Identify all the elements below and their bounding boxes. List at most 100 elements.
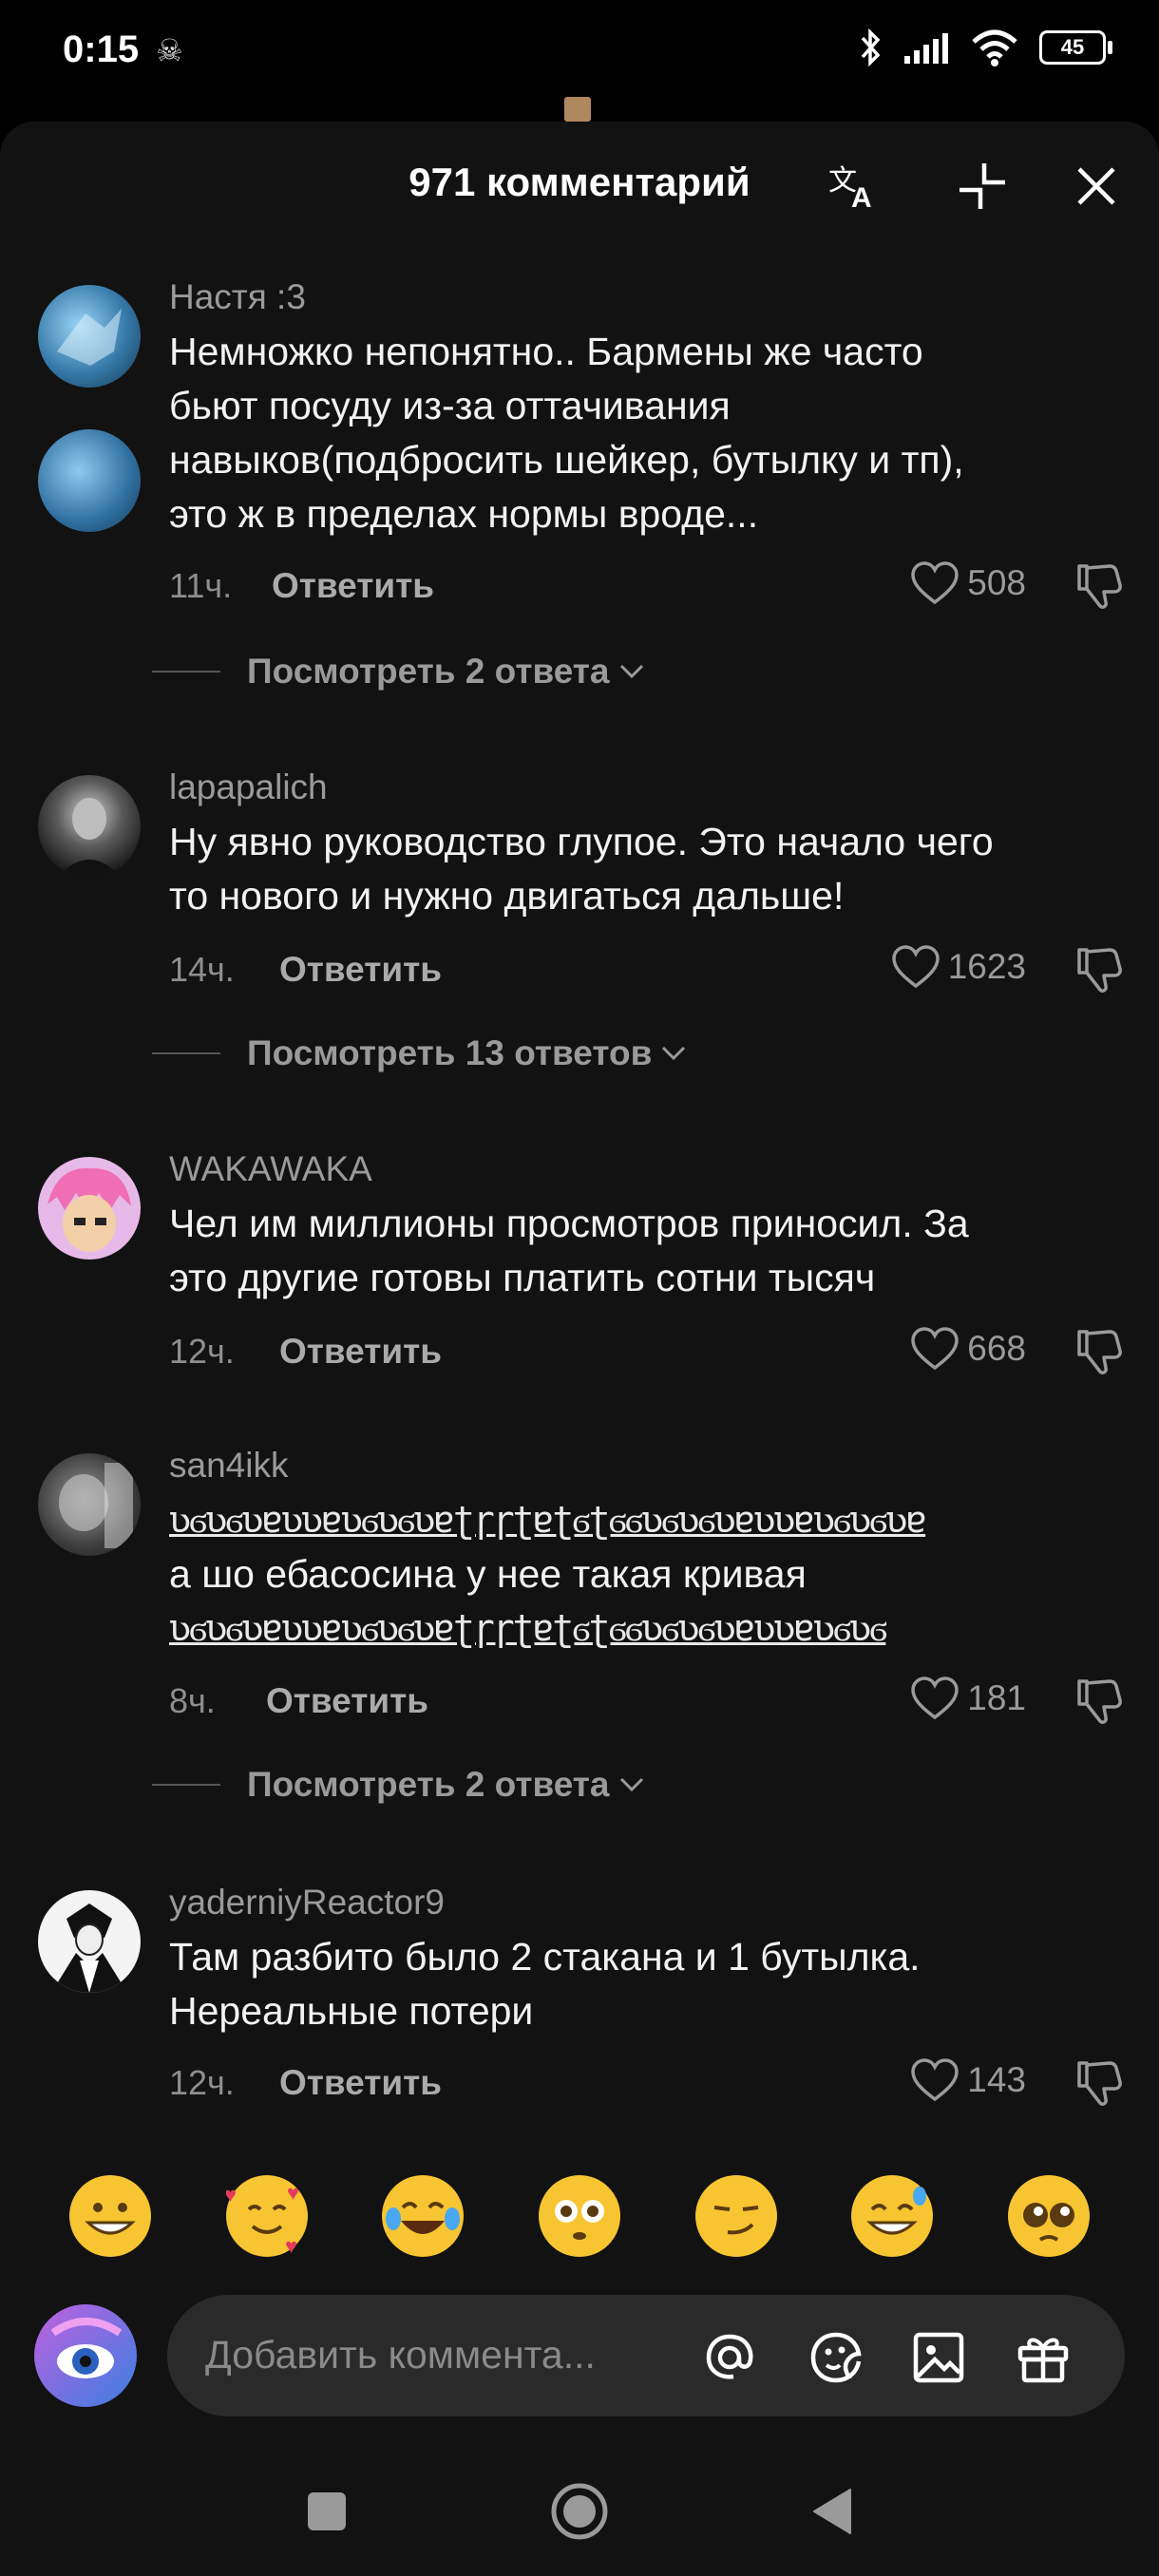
mention-button[interactable] <box>699 2327 760 2388</box>
heart-icon <box>911 2058 960 2102</box>
comment-line: Там разбито было 2 стакана и 1 бутылка. <box>169 1935 921 1979</box>
thumbs-down-icon <box>1077 948 1122 993</box>
like-count: 1623 <box>947 947 1026 986</box>
wifi-icon <box>972 29 1017 66</box>
video-thumbnail[interactable] <box>564 97 591 122</box>
decorative-text-line: ʋϭʋϭʋɐʋʋɐʋϭʋϭʋɐʈɼɼʈɐʈϭʈϭϭʋϭʋϭʋɐʋʋɐʋϭʋϭʋɐ <box>169 1499 927 1541</box>
view-replies-button[interactable]: Посмотреть 13 ответов <box>152 1033 688 1073</box>
notification-skull-icon: ☠ <box>156 33 183 67</box>
home-button[interactable] <box>545 2477 614 2546</box>
comment-input-placeholder: Добавить коммента... <box>205 2333 596 2377</box>
avatar[interactable] <box>38 429 141 532</box>
comment-line: Чел им миллионы просмотров приносил. За <box>169 1202 969 1245</box>
smirking-face-icon[interactable] <box>694 2175 777 2257</box>
sticker-button[interactable] <box>806 2327 866 2388</box>
divider-line <box>152 671 220 672</box>
comment-text: Немножко непонятно.. Бармены же часто бь… <box>169 325 1100 541</box>
dislike-button[interactable] <box>1074 944 1125 1000</box>
reply-button[interactable]: Ответить <box>279 2063 442 2103</box>
translate-button[interactable]: 文 A <box>825 156 885 217</box>
thumbs-down-icon <box>1077 1679 1122 1724</box>
signal-icon <box>904 33 948 64</box>
comment-line: а шо ебасосина у нее такая кривая <box>169 1552 807 1596</box>
comment-line: Немножко непонятно.. Бармены же часто <box>169 330 923 373</box>
back-button[interactable] <box>798 2477 866 2546</box>
tears-of-joy-icon[interactable] <box>382 2175 465 2257</box>
pleading-face-icon[interactable] <box>1007 2175 1090 2257</box>
my-avatar[interactable] <box>34 2304 137 2407</box>
like-count: 668 <box>967 1329 1026 1368</box>
grinning-face-icon[interactable] <box>69 2175 152 2257</box>
comment-username[interactable]: lapapalich <box>169 767 328 807</box>
comment-line: Ну явно руководство глупое. Это начало ч… <box>169 820 994 863</box>
decorative-text-line: ʋϭʋϭʋɐʋʋɐʋϭʋϭʋɐʈɼɼʈɐʈϭʈϭϭʋϭʋϭʋɐʋʋɐʋϭʋϭ <box>169 1607 887 1649</box>
heart-icon <box>911 1676 960 1720</box>
image-button[interactable] <box>908 2327 969 2388</box>
svg-text:♥: ♥ <box>226 2183 237 2207</box>
comment-input[interactable]: Добавить коммента... <box>167 2295 1125 2416</box>
smiling-face-with-hearts-icon[interactable]: ♥ ♥ ♥ <box>224 2175 308 2258</box>
divider-line <box>152 1784 220 1786</box>
like-button[interactable]: 668 <box>910 1326 1026 1372</box>
comment-line: навыков(подбросить шейкер, бутылку и тп)… <box>169 438 964 482</box>
gift-icon <box>1017 2338 1069 2383</box>
like-count: 181 <box>967 1678 1026 1717</box>
comment-username[interactable]: yaderniyReactor9 <box>169 1883 445 1923</box>
comment-text: Там разбито было 2 стакана и 1 бутылка. … <box>169 1930 1100 2038</box>
comment-time: 12ч. <box>169 2063 235 2102</box>
comment-composer: Добавить коммента... <box>0 2289 1159 2422</box>
sweat-smile-icon[interactable] <box>851 2175 934 2257</box>
comment-time: 11ч. <box>169 566 233 605</box>
sheet-header: 971 комментарий 文 A <box>0 122 1159 255</box>
collapse-button[interactable] <box>952 156 1013 217</box>
like-count: 508 <box>967 563 1026 602</box>
emoji-quick-row: ♥ ♥ ♥ <box>0 2175 1159 2258</box>
chevron-down-icon <box>619 664 643 679</box>
view-replies-button[interactable]: Посмотреть 2 ответа <box>152 652 646 691</box>
view-replies-label: Посмотреть 2 ответа <box>247 652 610 691</box>
view-replies-label: Посмотреть 13 ответов <box>247 1033 653 1072</box>
dislike-button[interactable] <box>1074 2057 1125 2113</box>
system-nav-bar <box>0 2451 1159 2576</box>
comment-line: то нового и нужно двигаться дальше! <box>169 874 845 918</box>
comment-time: 14ч. <box>169 950 235 989</box>
like-button[interactable]: 143 <box>910 2057 1026 2103</box>
comment-username[interactable]: Настя :3 <box>169 277 306 317</box>
like-button[interactable]: 508 <box>910 560 1026 606</box>
divider-line <box>152 1052 220 1054</box>
like-button[interactable]: 181 <box>910 1676 1026 1721</box>
reply-button[interactable]: Ответить <box>279 1332 442 1372</box>
view-replies-label: Посмотреть 2 ответа <box>247 1765 610 1804</box>
comment-username[interactable]: WAKAWAKA <box>169 1149 372 1189</box>
flushed-face-icon[interactable] <box>538 2175 620 2257</box>
comment-username[interactable]: san4ikk <box>169 1446 288 1486</box>
comment-line: это другие готовы платить сотни тысяч <box>169 1256 876 1299</box>
status-time: 0:15 <box>63 28 140 70</box>
dislike-button[interactable] <box>1074 1676 1125 1732</box>
comment-time: 8ч. <box>169 1681 216 1720</box>
gift-button[interactable] <box>1013 2327 1074 2388</box>
view-replies-button[interactable]: Посмотреть 2 ответа <box>152 1765 646 1805</box>
like-count: 143 <box>967 2060 1026 2099</box>
reply-button[interactable]: Ответить <box>272 566 434 606</box>
close-button[interactable] <box>1066 156 1127 217</box>
chevron-down-icon <box>662 1046 686 1061</box>
comment-text: ʋϭʋϭʋɐʋʋɐʋϭʋϭʋɐʈɼɼʈɐʈϭʈϭϭʋϭʋϭʋɐʋʋɐʋϭʋϭʋɐ… <box>169 1493 1100 1656</box>
like-button[interactable]: 1623 <box>891 944 1026 990</box>
circle-home-icon <box>551 2483 608 2540</box>
image-icon <box>913 2332 964 2383</box>
comment-line: бьют посуду из-за оттачивания <box>169 384 731 427</box>
dislike-button[interactable] <box>1074 560 1125 616</box>
avatar[interactable] <box>38 1453 141 1556</box>
avatar[interactable] <box>38 285 141 388</box>
reply-button[interactable]: Ответить <box>279 950 442 990</box>
avatar[interactable] <box>38 1890 141 1993</box>
sticker-face-icon <box>810 2332 862 2383</box>
battery-level: 45 <box>1060 35 1085 59</box>
reply-button[interactable]: Ответить <box>266 1681 428 1721</box>
avatar[interactable] <box>38 1157 141 1260</box>
dislike-button[interactable] <box>1074 1326 1125 1382</box>
avatar[interactable] <box>38 775 141 878</box>
chevron-down-icon <box>619 1777 643 1792</box>
recents-button[interactable] <box>293 2477 361 2546</box>
